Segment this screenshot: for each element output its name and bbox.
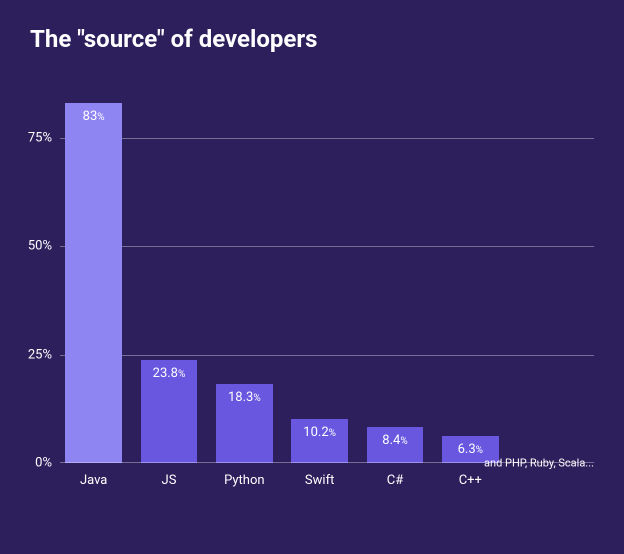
bar-value-label: 23.8% <box>153 366 186 381</box>
bar-value-label: 6.3% <box>458 442 483 457</box>
bar: 8.4% <box>367 427 424 463</box>
bar-slot: 18.3%Python <box>211 73 278 463</box>
x-tick-label: C# <box>387 473 403 488</box>
x-tick-label: Swift <box>305 473 334 488</box>
chart-container: The "source" of developers 0% 25% 50% 75% 8… <box>0 0 624 554</box>
plot-area: 0%25%50%75% 83%Java23.8%JS18.3%Python10.… <box>60 73 594 503</box>
bar: 10.2% <box>291 419 348 463</box>
x-tick-label: C++ <box>459 473 482 488</box>
bar-value-label: 83% <box>83 109 105 124</box>
bar-value-label: 18.3% <box>228 390 261 405</box>
x-tick-label: Python <box>224 473 264 488</box>
chart-footnote: and PHP, Ruby, Scala... <box>480 457 594 470</box>
x-tick-label: Java <box>80 473 107 488</box>
bar-slot: 8.4%C# <box>361 73 428 463</box>
x-tick-label: JS <box>162 473 177 488</box>
y-tick-label: 50% <box>28 239 60 254</box>
bar: 18.3% <box>216 384 273 463</box>
bar-value-label: 10.2% <box>303 425 336 440</box>
bar-slot: 10.2%Swift <box>286 73 353 463</box>
bar-slot: 83%Java <box>60 73 127 463</box>
y-tick-label: 0% <box>35 456 60 471</box>
bar-slot: 6.3%C++ <box>437 73 504 463</box>
y-tick-label: 25% <box>28 347 60 362</box>
y-tick-label: 75% <box>28 130 60 145</box>
bar: 83% <box>65 103 122 463</box>
bar-value-label: 8.4% <box>382 433 407 448</box>
chart-title: The "source" of developers <box>30 25 594 53</box>
bars-row: 83%Java23.8%JS18.3%Python10.2%Swift8.4%C… <box>60 73 594 463</box>
bar: 23.8% <box>141 360 198 463</box>
bar-slot: 23.8%JS <box>135 73 202 463</box>
